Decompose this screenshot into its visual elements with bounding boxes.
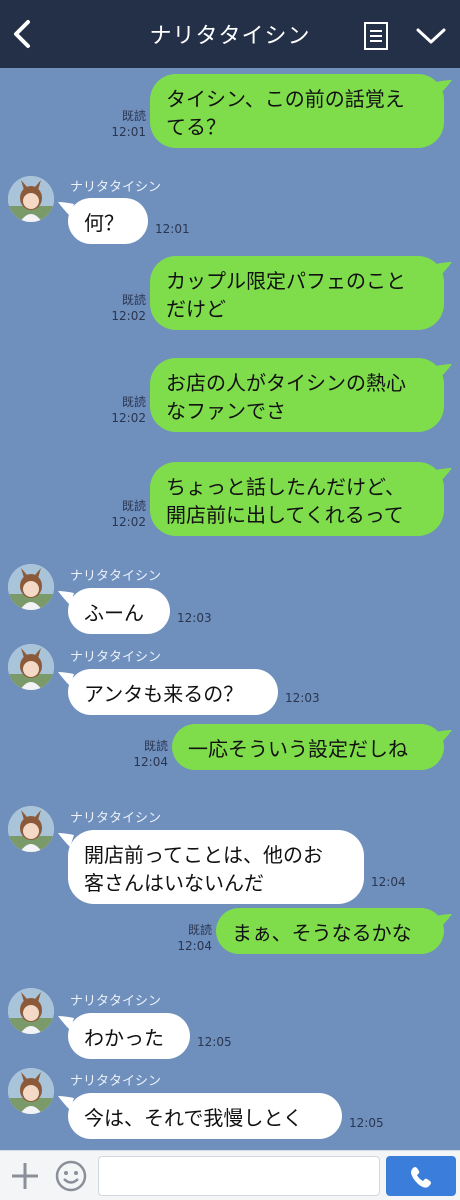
outgoing-message-bubble[interactable]: 一応そういう設定だしね — [172, 724, 444, 770]
avatar[interactable] — [8, 1068, 54, 1114]
message-line: まぁ、そうなるかな — [232, 921, 412, 945]
bubble-tail — [436, 262, 452, 276]
back-button[interactable] — [8, 14, 38, 54]
message-meta: 既読 12:04 — [172, 922, 212, 954]
add-attachment-button[interactable] — [8, 1159, 42, 1193]
message-time: 12:03 — [285, 691, 320, 705]
phone-icon — [411, 1167, 431, 1188]
avatar-image — [8, 988, 54, 1034]
message-time: 12:05 — [349, 1116, 384, 1130]
message-time: 12:01 — [111, 125, 146, 139]
emoji-icon — [55, 1160, 87, 1192]
message-meta: 既読 12:04 — [128, 738, 168, 770]
avatar[interactable] — [8, 176, 54, 222]
sender-name: ナリタタイシン — [70, 569, 162, 584]
message-time: 12:02 — [111, 515, 146, 529]
incoming-message-bubble[interactable]: ふーん — [68, 588, 170, 634]
sender-name: ナリタタイシン — [70, 811, 162, 826]
message-line: わかった — [84, 1026, 164, 1050]
bubble-tail — [436, 914, 452, 928]
notes-menu-button[interactable] — [362, 20, 390, 52]
message-time: 12:05 — [197, 1035, 232, 1049]
avatar[interactable] — [8, 806, 54, 852]
message-line: カップル限定パフェのこと — [166, 269, 406, 293]
outgoing-message-bubble[interactable]: タイシン、この前の話覚え てる？ — [150, 74, 444, 148]
bubble-tail — [436, 468, 452, 482]
incoming-message-bubble[interactable]: わかった — [68, 1013, 190, 1059]
message-meta: 既読 12:02 — [106, 292, 146, 324]
avatar-image — [8, 176, 54, 222]
back-chevron-icon — [14, 20, 30, 48]
message-meta: 既読 12:02 — [106, 498, 146, 530]
sender-name: ナリタタイシン — [70, 650, 162, 665]
message-input[interactable] — [98, 1156, 380, 1196]
sender-name: ナリタタイシン — [70, 994, 162, 1009]
incoming-message-bubble[interactable]: 今は、それで我慢しとく — [68, 1093, 342, 1139]
message-line: タイシン、この前の話覚え — [166, 87, 405, 111]
read-receipt: 既読 — [121, 499, 146, 513]
message-line: 何？ — [84, 211, 124, 235]
read-receipt: 既読 — [187, 923, 212, 937]
read-receipt: 既読 — [121, 395, 146, 409]
message-time: 12:02 — [111, 309, 146, 323]
sender-name: ナリタタイシン — [70, 180, 162, 195]
message-line: ふーん — [84, 601, 144, 625]
outgoing-message-bubble[interactable]: ちょっと話したんだけど、 開店前に出してくれるって — [150, 462, 444, 536]
bubble-tail — [436, 80, 452, 94]
emoji-button[interactable] — [54, 1159, 88, 1193]
avatar-image — [8, 806, 54, 852]
incoming-message-bubble[interactable]: 何？ — [68, 198, 148, 244]
outgoing-message-bubble[interactable]: お店の人がタイシンの熱心 なファンでさ — [150, 358, 444, 432]
avatar[interactable] — [8, 988, 54, 1034]
message-list[interactable]: 既読 12:01 タイシン、この前の話覚え てる？ ナリタタイシン 何？ 12:… — [0, 68, 460, 1150]
message-time: 12:03 — [177, 611, 212, 625]
sender-name: ナリタタイシン — [70, 1074, 162, 1089]
avatar-image — [8, 564, 54, 610]
message-time: 12:02 — [111, 411, 146, 425]
notes-menu-icon — [364, 22, 388, 50]
message-line: 開店前ってことは、他のお — [84, 843, 323, 867]
message-line: アンタも来るの？ — [84, 682, 244, 706]
message-line: お店の人がタイシンの熱心 — [166, 371, 406, 395]
message-time: 12:04 — [371, 875, 406, 889]
outgoing-message-bubble[interactable]: まぁ、そうなるかな — [216, 908, 444, 954]
message-line: てる？ — [166, 115, 226, 139]
avatar-image — [8, 1068, 54, 1114]
message-input-bar — [0, 1150, 460, 1200]
message-meta: 既読 12:01 — [106, 108, 146, 140]
message-line: だけど — [166, 297, 226, 321]
message-meta: 既読 12:02 — [106, 394, 146, 426]
avatar-image — [8, 644, 54, 690]
chat-header: ナリタタイシン — [0, 0, 460, 68]
message-line: なファンでさ — [166, 399, 286, 423]
message-time: 12:01 — [155, 222, 190, 236]
message-line: 客さんはいないんだ — [84, 871, 264, 895]
read-receipt: 既読 — [121, 109, 146, 123]
bubble-tail — [436, 730, 452, 744]
chat-title: ナリタタイシン — [149, 24, 311, 49]
message-line: 今は、それで我慢しとく — [84, 1106, 303, 1130]
avatar[interactable] — [8, 644, 54, 690]
avatar[interactable] — [8, 564, 54, 610]
message-time: 12:04 — [133, 755, 168, 769]
outgoing-message-bubble[interactable]: カップル限定パフェのこと だけど — [150, 256, 444, 330]
call-button[interactable] — [386, 1156, 456, 1196]
incoming-message-bubble[interactable]: アンタも来るの？ — [68, 669, 278, 715]
bubble-tail — [436, 364, 452, 378]
incoming-message-bubble[interactable]: 開店前ってことは、他のお 客さんはいないんだ — [68, 830, 364, 904]
message-line: ちょっと話したんだけど、 — [166, 475, 405, 499]
read-receipt: 既読 — [121, 293, 146, 307]
message-line: 一応そういう設定だしね — [188, 737, 408, 761]
chevron-down-icon — [416, 28, 446, 44]
message-time: 12:04 — [177, 939, 212, 953]
plus-icon — [12, 1163, 38, 1189]
more-options-button[interactable] — [414, 22, 448, 50]
read-receipt: 既読 — [143, 739, 168, 753]
message-line: 開店前に出してくれるって — [166, 503, 404, 527]
